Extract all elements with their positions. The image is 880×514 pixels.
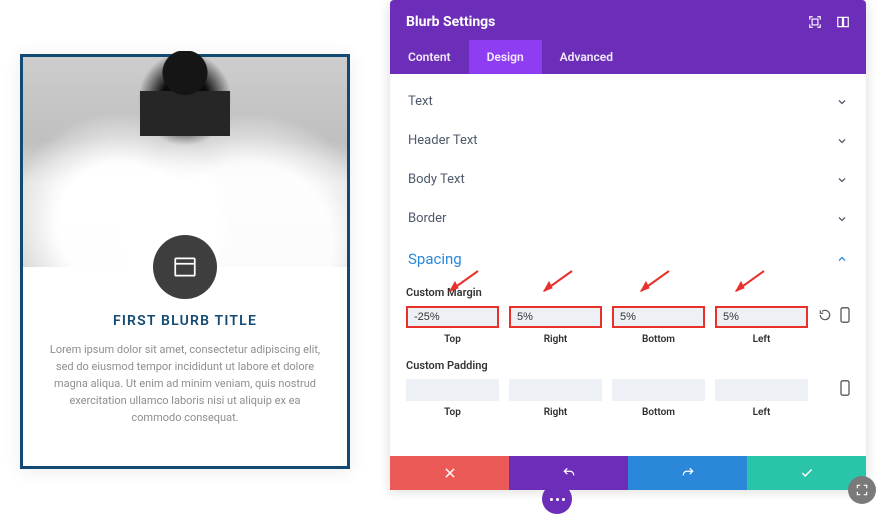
undo-button[interactable] xyxy=(509,456,628,490)
chevron-down-icon xyxy=(836,96,848,108)
margin-right-input[interactable] xyxy=(509,306,602,328)
settings-tabs: Content Design Advanced xyxy=(390,40,866,74)
fullscreen-icon xyxy=(855,483,869,497)
margin-bottom-input[interactable] xyxy=(612,306,705,328)
tab-content[interactable]: Content xyxy=(390,40,469,74)
section-text[interactable]: Text xyxy=(406,82,850,121)
chevron-down-icon xyxy=(836,174,848,186)
cancel-button[interactable] xyxy=(390,456,509,490)
link-icon[interactable] xyxy=(840,307,850,323)
padding-left-input[interactable] xyxy=(715,379,808,401)
panel-footer xyxy=(390,456,866,490)
fullscreen-button[interactable] xyxy=(848,476,876,504)
section-label: Spacing xyxy=(408,250,462,268)
side-label-top: Top xyxy=(406,407,499,418)
chevron-down-icon xyxy=(836,213,848,225)
settings-panel: Blurb Settings Content Design Advanced T… xyxy=(390,0,866,490)
custom-padding-label: Custom Padding xyxy=(406,359,850,372)
section-header-text[interactable]: Header Text xyxy=(406,121,850,160)
window-icon xyxy=(172,254,198,280)
panel-title: Blurb Settings xyxy=(406,14,495,30)
expand-icon[interactable] xyxy=(808,15,822,29)
section-label: Border xyxy=(408,211,446,226)
annotation-arrow xyxy=(635,269,675,299)
link-icon[interactable] xyxy=(840,380,850,396)
person-silhouette xyxy=(140,51,230,171)
custom-padding-row: Top Right Bottom Left xyxy=(406,378,850,418)
annotation-arrow xyxy=(444,269,484,299)
blurb-text: Lorem ipsum dolor sit amet, consectetur … xyxy=(49,341,321,426)
section-label: Body Text xyxy=(408,172,465,187)
blurb-title: FIRST BLURB TITLE xyxy=(49,313,321,329)
undo-icon xyxy=(561,466,577,480)
padding-top-input[interactable] xyxy=(406,379,499,401)
chevron-up-icon xyxy=(836,253,848,265)
reset-icon[interactable] xyxy=(818,308,832,322)
custom-margin-row: Top Right Bottom Left xyxy=(406,305,850,345)
side-label-top: Top xyxy=(406,334,499,345)
columns-icon[interactable] xyxy=(836,15,850,29)
section-border[interactable]: Border xyxy=(406,199,850,238)
close-icon xyxy=(443,466,457,480)
annotation-arrow xyxy=(538,269,578,299)
header-spacer xyxy=(390,30,866,40)
side-label-right: Right xyxy=(509,334,602,345)
side-label-right: Right xyxy=(509,407,602,418)
section-label: Header Text xyxy=(408,133,478,148)
annotation-arrow xyxy=(730,269,770,299)
margin-top-input[interactable] xyxy=(406,306,499,328)
margin-left-input[interactable] xyxy=(715,306,808,328)
chevron-down-icon xyxy=(836,135,848,147)
redo-button[interactable] xyxy=(628,456,747,490)
section-body-text[interactable]: Body Text xyxy=(406,160,850,199)
section-label: Text xyxy=(408,94,433,109)
tab-design[interactable]: Design xyxy=(469,40,542,74)
check-icon xyxy=(799,466,815,480)
tab-advanced[interactable]: Advanced xyxy=(542,40,631,74)
redo-icon xyxy=(680,466,696,480)
side-label-bottom: Bottom xyxy=(612,407,705,418)
side-label-bottom: Bottom xyxy=(612,334,705,345)
module-icon xyxy=(153,235,217,299)
panel-header: Blurb Settings xyxy=(390,0,866,30)
drag-handle[interactable] xyxy=(542,484,572,514)
side-label-left: Left xyxy=(715,407,808,418)
padding-bottom-input[interactable] xyxy=(612,379,705,401)
hero-image xyxy=(23,57,347,267)
panel-content[interactable]: Text Header Text Body Text Border Spacin… xyxy=(390,74,866,456)
side-label-left: Left xyxy=(715,334,808,345)
padding-right-input[interactable] xyxy=(509,379,602,401)
blurb-preview: FIRST BLURB TITLE Lorem ipsum dolor sit … xyxy=(20,54,350,469)
